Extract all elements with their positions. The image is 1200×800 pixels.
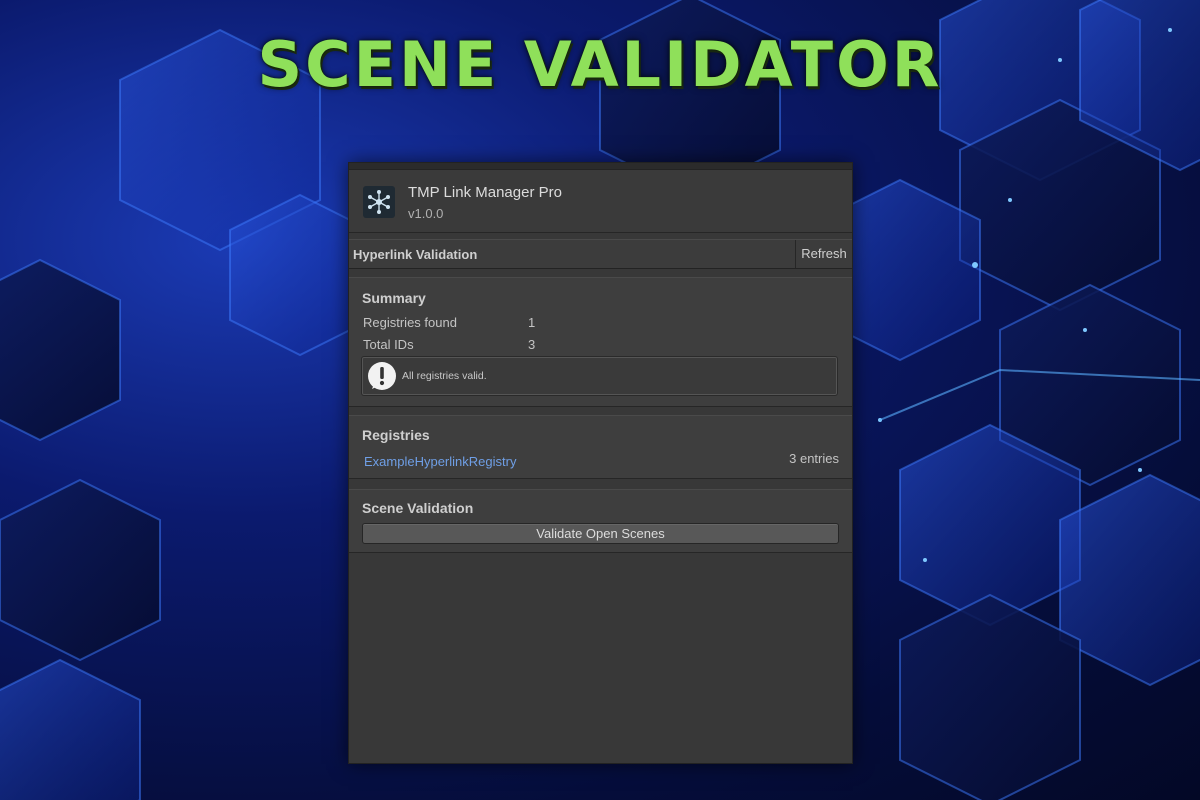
registries-section: Registries ExampleHyperlinkRegistry 3 en… (349, 415, 852, 479)
registries-title: Registries (362, 427, 430, 443)
registries-found-label: Registries found (363, 315, 457, 330)
window-tab-strip (349, 163, 852, 170)
window-header: TMP Link Manager Pro v1.0.0 (349, 170, 852, 233)
total-ids-value: 3 (528, 337, 536, 352)
app-version: v1.0.0 (408, 206, 444, 221)
banner-title: SCENE VALIDATOR (257, 28, 943, 101)
summary-title: Summary (362, 290, 426, 306)
scene-validation-section: Scene Validation Validate Open Scenes (349, 489, 852, 553)
refresh-button[interactable]: Refresh (795, 240, 852, 268)
registries-found-value: 1 (528, 315, 536, 330)
scene-validation-title: Scene Validation (362, 500, 474, 516)
validate-open-scenes-button[interactable]: Validate Open Scenes (362, 523, 839, 544)
network-nodes-icon (363, 186, 395, 218)
tmp-link-manager-window: TMP Link Manager Pro v1.0.0 Hyperlink Va… (348, 162, 853, 764)
validation-message: All registries valid. (402, 370, 487, 382)
registry-entry-count: 3 entries (789, 451, 839, 466)
summary-section: Summary Registries found 1 Total IDs 3 A… (349, 277, 852, 407)
validation-toolbar: Hyperlink Validation Refresh (349, 239, 852, 269)
toolbar-title: Hyperlink Validation (353, 247, 478, 262)
validation-help-box: All registries valid. (361, 356, 838, 396)
registry-link[interactable]: ExampleHyperlinkRegistry (364, 454, 516, 469)
info-exclamation-icon (368, 362, 396, 390)
total-ids-label: Total IDs (363, 337, 414, 352)
app-name: TMP Link Manager Pro (408, 184, 562, 201)
